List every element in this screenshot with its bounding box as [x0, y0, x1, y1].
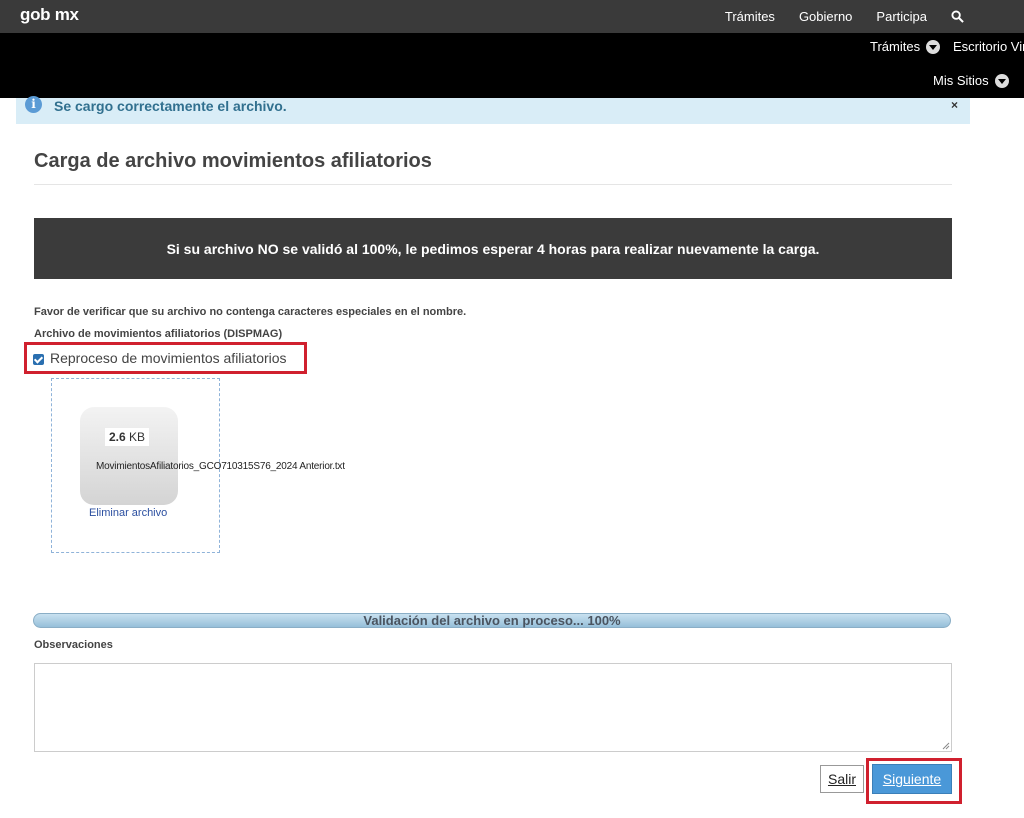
success-alert: i Se cargo correctamente el archivo. × — [16, 96, 970, 124]
filename-note: Favor de verificar que su archivo no con… — [34, 306, 467, 318]
progress-label: Validación del archivo en proceso... 100… — [363, 613, 621, 628]
info-icon: i — [25, 96, 42, 113]
reprocess-label[interactable]: Reproceso de movimientos afiliatorios — [50, 350, 287, 366]
alert-message: Se cargo correctamente el archivo. — [54, 98, 287, 114]
page-title: Carga de archivo movimientos afiliatorio… — [34, 150, 432, 172]
validation-progress-bar: Validación del archivo en proceso... 100… — [33, 613, 951, 628]
resize-grip-icon[interactable] — [942, 742, 950, 750]
nav-gobierno[interactable]: Gobierno — [799, 9, 852, 24]
subnav-escritorio-virtual[interactable]: Escritorio Vir — [953, 39, 1024, 54]
file-preview — [80, 407, 178, 505]
secondary-nav: Trámites Escritorio Vir Mis Sitios — [0, 33, 1024, 98]
remove-file-link[interactable]: Eliminar archivo — [89, 507, 167, 519]
file-field-label: Archivo de movimientos afiliatorios (DIS… — [34, 328, 283, 340]
file-size: 2.6 KB — [105, 428, 150, 446]
file-name: MovimientosAfiliatorios_GCO710315S76_202… — [96, 461, 345, 472]
observations-textarea[interactable] — [34, 663, 952, 752]
top-nav: Trámites Gobierno Participa — [725, 0, 1024, 33]
exit-button[interactable]: Salir — [820, 765, 864, 793]
reprocess-checkbox[interactable] — [33, 354, 44, 365]
warning-banner: Si su archivo NO se validó al 100%, le p… — [34, 218, 952, 279]
observations-label: Observaciones — [34, 639, 113, 651]
subnav-tramites[interactable]: Trámites — [870, 39, 941, 54]
close-icon[interactable]: × — [951, 98, 958, 112]
subnav-mis-sitios[interactable]: Mis Sitios — [933, 73, 1009, 88]
search-icon[interactable] — [951, 10, 964, 23]
gobmx-logo[interactable]: gob mx — [20, 5, 79, 25]
next-button[interactable]: Siguiente — [872, 764, 952, 794]
warning-text: Si su archivo NO se validó al 100%, le p… — [166, 240, 820, 257]
chevron-down-icon — [926, 39, 941, 54]
divider — [34, 184, 952, 185]
top-bar: gob mx Trámites Gobierno Participa — [0, 0, 1024, 33]
chevron-down-icon — [994, 73, 1009, 88]
nav-participa[interactable]: Participa — [876, 9, 927, 24]
nav-tramites[interactable]: Trámites — [725, 9, 775, 24]
